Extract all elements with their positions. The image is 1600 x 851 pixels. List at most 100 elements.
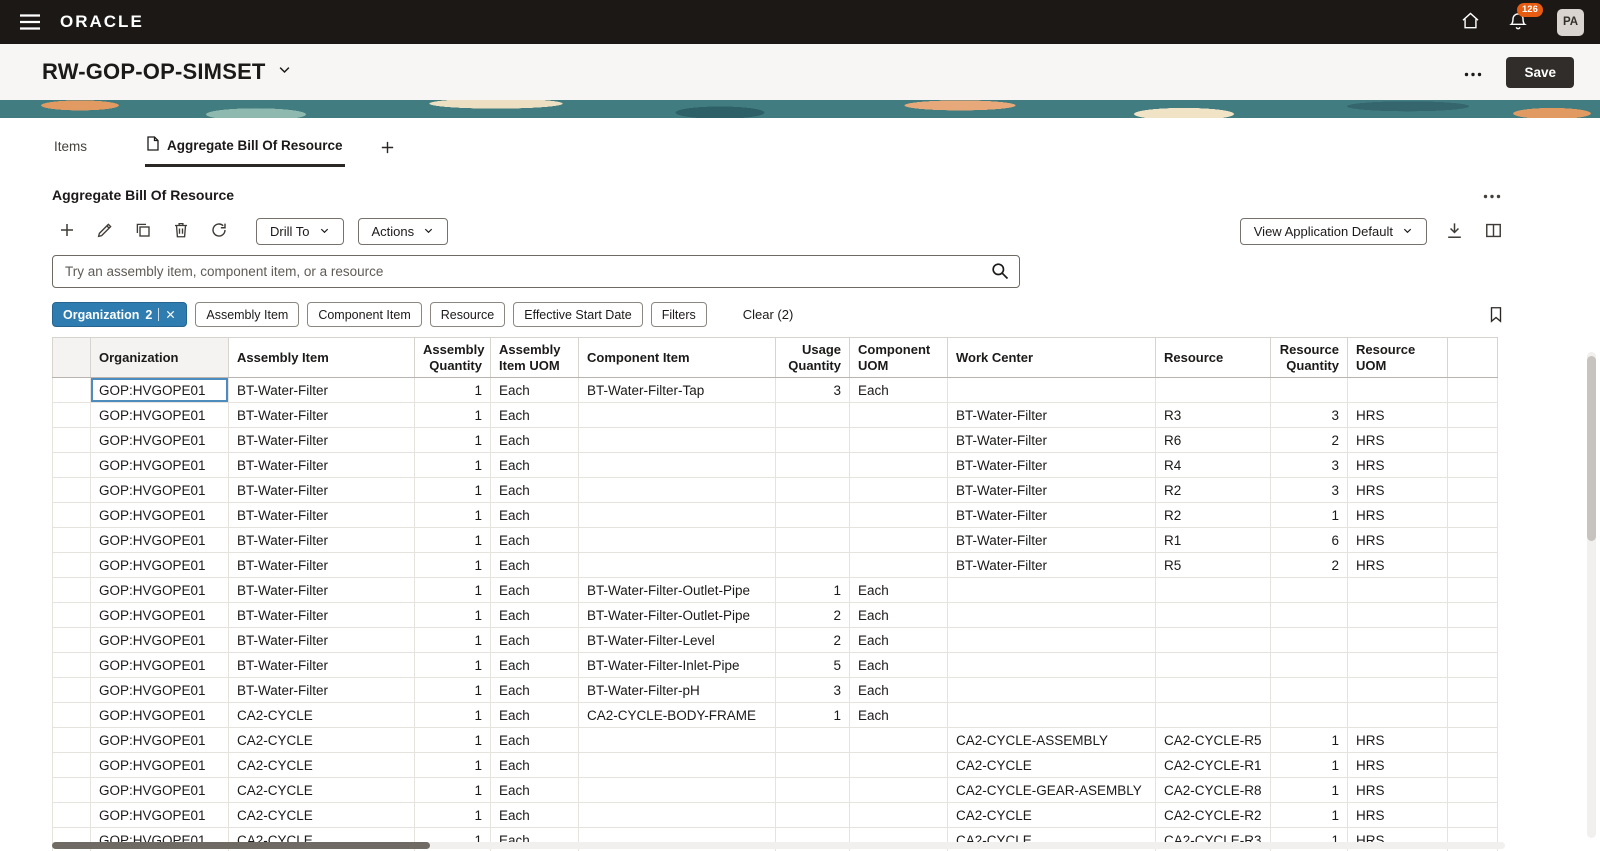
cell-component-uom[interactable]	[849, 777, 948, 803]
columns-panel-button[interactable]	[1482, 219, 1505, 245]
filter-chip-resource[interactable]: Resource	[429, 302, 506, 327]
cell-resource[interactable]: R2	[1155, 477, 1271, 503]
cell-component-item[interactable]: BT-Water-Filter-Outlet-Pipe	[578, 577, 776, 603]
cell-organization[interactable]: GOP:HVGOPE01	[90, 452, 229, 478]
cell-assembly-item-uom[interactable]: Each	[490, 527, 579, 553]
row-gutter[interactable]	[52, 577, 91, 603]
cell-resource-quantity[interactable]	[1270, 602, 1348, 628]
cell-resource-quantity[interactable]: 2	[1270, 552, 1348, 578]
cell-organization[interactable]: GOP:HVGOPE01	[90, 552, 229, 578]
cell-resource[interactable]: R2	[1155, 502, 1271, 528]
column-header-organization[interactable]: Organization	[90, 337, 229, 378]
cell-assembly-quantity[interactable]: 1	[414, 452, 491, 478]
cell-component-uom[interactable]	[849, 552, 948, 578]
cell-resource-quantity[interactable]: 6	[1270, 527, 1348, 553]
filter-chip-organization[interactable]: Organization 2	[52, 302, 188, 327]
cell-resource[interactable]: R4	[1155, 452, 1271, 478]
cell-resource[interactable]: CA2-CYCLE-R5	[1155, 727, 1271, 753]
cell-resource-quantity[interactable]	[1270, 377, 1348, 403]
cell-usage-quantity[interactable]	[775, 527, 850, 553]
tab-items[interactable]: Items	[52, 133, 89, 167]
cell-resource[interactable]	[1155, 652, 1271, 678]
cell-resource[interactable]	[1155, 627, 1271, 653]
cell-resource-quantity[interactable]: 3	[1270, 452, 1348, 478]
column-header-resource[interactable]: Resource	[1155, 337, 1271, 378]
cell-resource-uom[interactable]: HRS	[1347, 502, 1448, 528]
cell-component-item[interactable]	[578, 502, 776, 528]
column-header-resource-quantity[interactable]: Resource Quantity	[1270, 337, 1348, 378]
search-icon[interactable]	[990, 261, 1010, 286]
cell-assembly-quantity[interactable]: 1	[414, 402, 491, 428]
cell-assembly-quantity[interactable]: 1	[414, 652, 491, 678]
cell-component-uom[interactable]	[849, 502, 948, 528]
cell-resource-quantity[interactable]	[1270, 652, 1348, 678]
cell-component-uom[interactable]: Each	[849, 677, 948, 703]
cell-assembly-item-uom[interactable]: Each	[490, 402, 579, 428]
cell-resource-quantity[interactable]	[1270, 702, 1348, 728]
cell-usage-quantity[interactable]	[775, 477, 850, 503]
cell-assembly-item[interactable]: BT-Water-Filter	[228, 552, 415, 578]
cell-assembly-item[interactable]: BT-Water-Filter	[228, 452, 415, 478]
cell-resource-quantity[interactable]	[1270, 577, 1348, 603]
row-gutter[interactable]	[52, 502, 91, 528]
cell-resource-quantity[interactable]: 1	[1270, 752, 1348, 778]
vertical-scrollbar-thumb[interactable]	[1587, 356, 1596, 541]
delete-button[interactable]	[166, 219, 196, 245]
cell-organization[interactable]: GOP:HVGOPE01	[90, 627, 229, 653]
vertical-scrollbar[interactable]	[1587, 352, 1596, 838]
cell-usage-quantity[interactable]: 2	[775, 602, 850, 628]
close-icon[interactable]	[165, 309, 176, 320]
cell-component-item[interactable]	[578, 402, 776, 428]
cell-usage-quantity[interactable]	[775, 802, 850, 828]
cell-organization[interactable]: GOP:HVGOPE01	[90, 377, 229, 403]
add-row-button[interactable]	[52, 219, 82, 245]
cell-work-center[interactable]	[947, 602, 1156, 628]
cell-resource-uom[interactable]: HRS	[1347, 427, 1448, 453]
cell-work-center[interactable]: BT-Water-Filter	[947, 552, 1156, 578]
page-title-dropdown[interactable]: RW-GOP-OP-SIMSET	[42, 59, 292, 85]
cell-organization[interactable]: GOP:HVGOPE01	[90, 427, 229, 453]
cell-component-uom[interactable]	[849, 402, 948, 428]
cell-component-uom[interactable]: Each	[849, 652, 948, 678]
cell-usage-quantity[interactable]: 3	[775, 677, 850, 703]
cell-resource-uom[interactable]: HRS	[1347, 527, 1448, 553]
cell-assembly-item[interactable]: BT-Water-Filter	[228, 527, 415, 553]
cell-work-center[interactable]: BT-Water-Filter	[947, 502, 1156, 528]
cell-assembly-item[interactable]: BT-Water-Filter	[228, 477, 415, 503]
cell-component-uom[interactable]	[849, 527, 948, 553]
home-button[interactable]	[1453, 6, 1487, 38]
cell-resource-uom[interactable]	[1347, 677, 1448, 703]
cell-component-item[interactable]	[578, 777, 776, 803]
cell-resource[interactable]: CA2-CYCLE-R2	[1155, 802, 1271, 828]
cell-work-center[interactable]	[947, 577, 1156, 603]
filter-chip-effective-start-date[interactable]: Effective Start Date	[513, 302, 643, 327]
row-gutter[interactable]	[52, 377, 91, 403]
row-gutter[interactable]	[52, 552, 91, 578]
cell-assembly-quantity[interactable]: 1	[414, 627, 491, 653]
cell-assembly-item-uom[interactable]: Each	[490, 802, 579, 828]
cell-usage-quantity[interactable]	[775, 402, 850, 428]
row-gutter[interactable]	[52, 702, 91, 728]
cell-component-uom[interactable]: Each	[849, 702, 948, 728]
cell-organization[interactable]: GOP:HVGOPE01	[90, 702, 229, 728]
cell-assembly-item-uom[interactable]: Each	[490, 452, 579, 478]
cell-component-uom[interactable]: Each	[849, 627, 948, 653]
cell-usage-quantity[interactable]	[775, 452, 850, 478]
cell-assembly-item-uom[interactable]: Each	[490, 752, 579, 778]
row-gutter[interactable]	[52, 602, 91, 628]
cell-work-center[interactable]: BT-Water-Filter	[947, 402, 1156, 428]
cell-component-item[interactable]: CA2-CYCLE-BODY-FRAME	[578, 702, 776, 728]
cell-organization[interactable]: GOP:HVGOPE01	[90, 727, 229, 753]
cell-component-uom[interactable]	[849, 727, 948, 753]
cell-organization[interactable]: GOP:HVGOPE01	[90, 777, 229, 803]
horizontal-scrollbar[interactable]	[52, 842, 1505, 849]
column-header-assembly-quantity[interactable]: Assembly Quantity	[414, 337, 491, 378]
cell-resource[interactable]	[1155, 702, 1271, 728]
row-gutter[interactable]	[52, 452, 91, 478]
cell-organization[interactable]: GOP:HVGOPE01	[90, 602, 229, 628]
cell-work-center[interactable]	[947, 652, 1156, 678]
row-gutter[interactable]	[52, 777, 91, 803]
cell-resource[interactable]	[1155, 377, 1271, 403]
cell-work-center[interactable]: CA2-CYCLE	[947, 752, 1156, 778]
cell-assembly-item[interactable]: BT-Water-Filter	[228, 602, 415, 628]
